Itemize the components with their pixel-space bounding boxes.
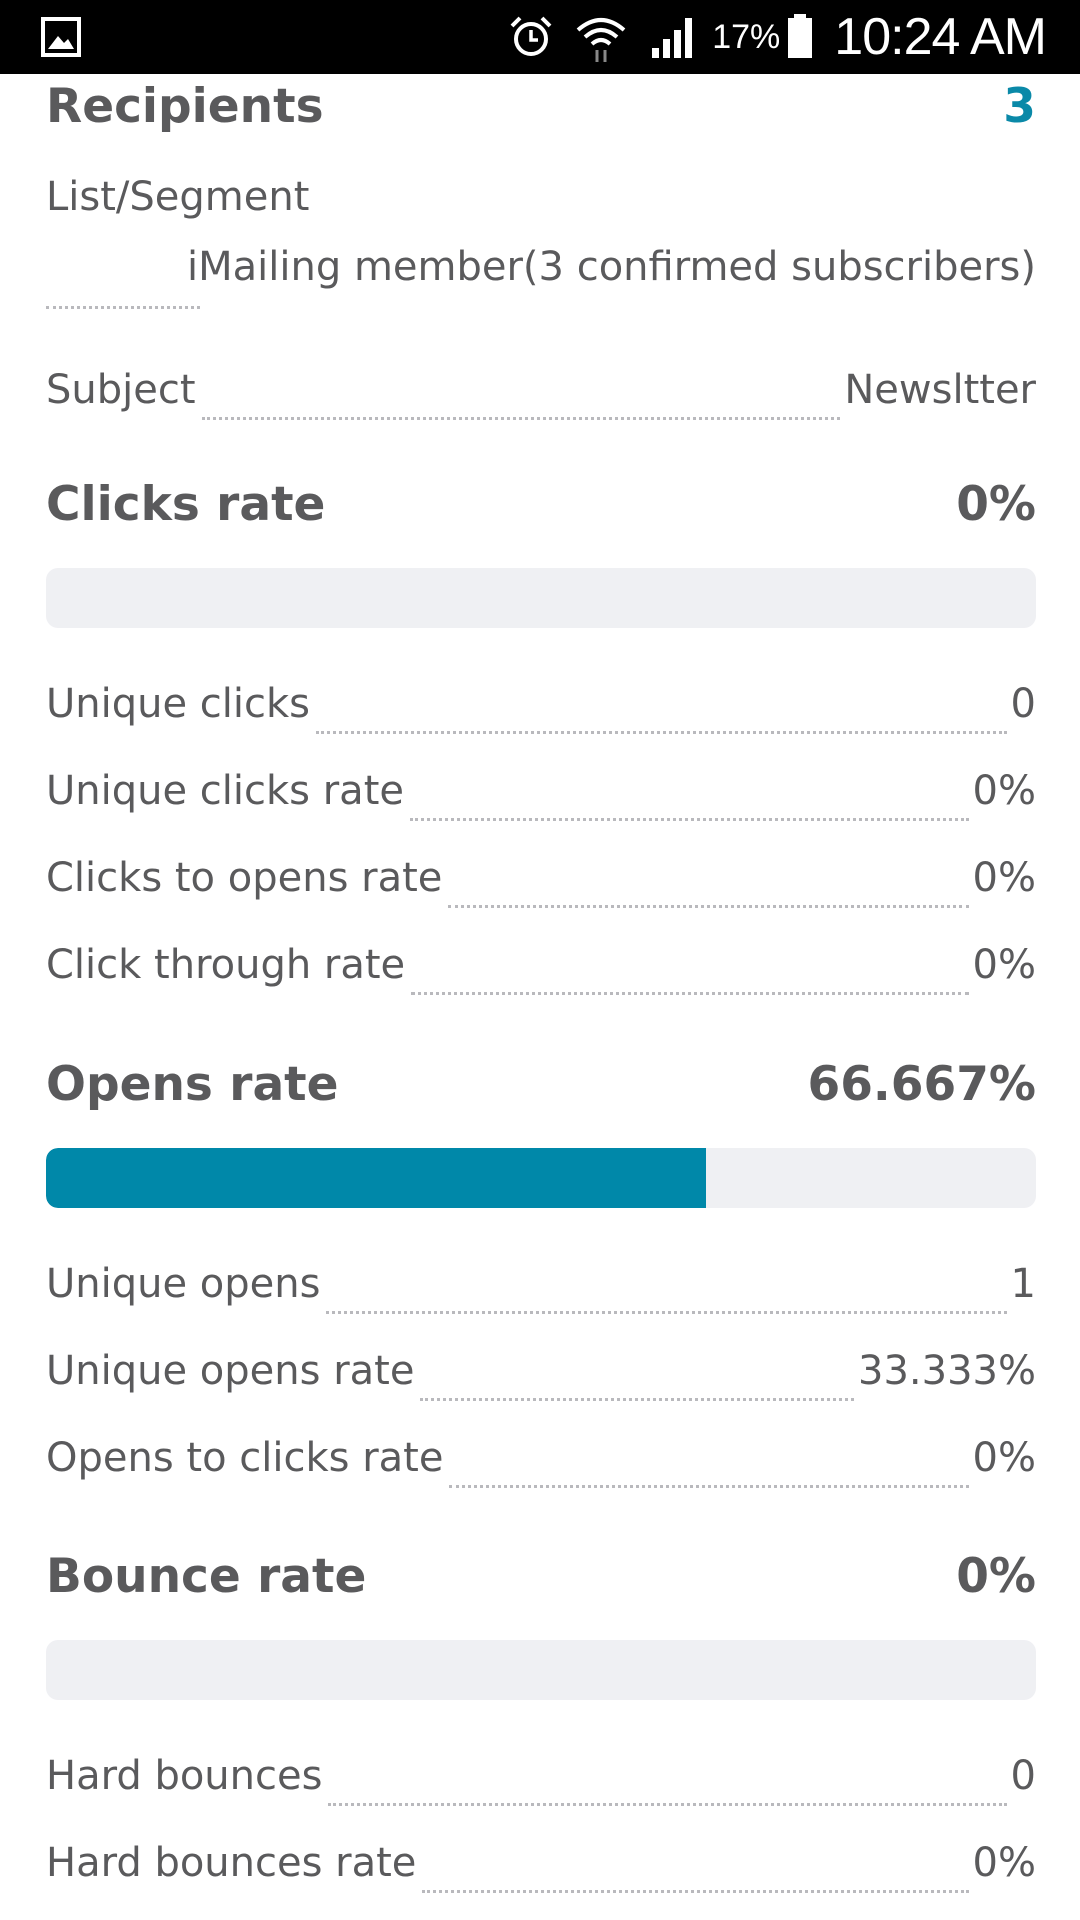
clicks-to-opens-rate-label: Clicks to opens rate — [46, 855, 443, 901]
click-through-rate-row: Click through rate 0% — [46, 935, 1036, 995]
subject-leader — [201, 417, 841, 420]
unique-clicks-rate-value: 0% — [972, 768, 1036, 814]
click-through-rate-value: 0% — [972, 942, 1036, 988]
opens-rate-progress-bar — [46, 1148, 1036, 1208]
subject-label: Subject — [46, 367, 196, 413]
battery-percent: 17% — [712, 17, 781, 56]
bounce-rate-value: 0% — [956, 1548, 1036, 1604]
opens-rate-title: Opens rate — [46, 1056, 339, 1112]
clicks-rate-progress-bar — [46, 568, 1036, 628]
unique-opens-rate-value: 33.333% — [858, 1348, 1036, 1394]
leader-dots — [410, 818, 969, 821]
leader-dots — [326, 1311, 1007, 1314]
hard-bounces-row: Hard bounces 0 — [46, 1746, 1036, 1806]
hard-bounces-rate-row: Hard bounces rate 0% — [46, 1833, 1036, 1893]
leader-dots — [420, 1398, 855, 1401]
hard-bounces-label: Hard bounces — [46, 1753, 323, 1799]
bounce-rate-title: Bounce rate — [46, 1548, 367, 1604]
leader-dots — [448, 905, 969, 908]
list-segment-label-row: List/Segment — [46, 172, 1036, 222]
subject-value: Newsltter — [844, 367, 1036, 413]
bounce-rate-progress-bar — [46, 1640, 1036, 1700]
hard-bounces-rate-label: Hard bounces rate — [46, 1840, 417, 1886]
clicks-to-opens-rate-row: Clicks to opens rate 0% — [46, 848, 1036, 908]
hard-bounces-value: 0 — [1010, 1753, 1036, 1799]
hard-bounces-rate-value: 0% — [972, 1840, 1036, 1886]
list-segment-value: iMailing member(3 confirmed subscribers) — [187, 244, 1036, 290]
wifi-icon — [574, 0, 628, 74]
clicks-rate-value: 0% — [956, 476, 1036, 532]
unique-opens-row: Unique opens 1 — [46, 1254, 1036, 1314]
leader-dots — [328, 1803, 1007, 1806]
clicks-to-opens-rate-value: 0% — [972, 855, 1036, 901]
opens-rate-progress-fill — [46, 1148, 706, 1208]
bounce-rate-header: Bounce rate 0% — [46, 1546, 1036, 1606]
unique-clicks-rate-row: Unique clicks rate 0% — [46, 761, 1036, 821]
unique-opens-label: Unique opens — [46, 1261, 321, 1307]
unique-opens-rate-row: Unique opens rate 33.333% — [46, 1341, 1036, 1401]
opens-rate-header: Opens rate 66.667% — [46, 1054, 1036, 1114]
opens-to-clicks-rate-row: Opens to clicks rate 0% — [46, 1428, 1036, 1488]
recipients-count[interactable]: 3 — [1003, 79, 1036, 134]
recipients-label: Recipients — [46, 78, 324, 134]
leader-dots — [422, 1890, 969, 1893]
opens-to-clicks-rate-value: 0% — [972, 1435, 1036, 1481]
unique-clicks-row: Unique clicks 0 — [46, 674, 1036, 734]
click-through-rate-label: Click through rate — [46, 942, 406, 988]
leader-dots — [316, 731, 1007, 734]
clicks-rate-header: Clicks rate 0% — [46, 474, 1036, 534]
unique-clicks-label: Unique clicks — [46, 681, 311, 727]
alarm-icon — [506, 0, 556, 74]
list-segment-leader — [46, 306, 200, 309]
list-segment-label: List/Segment — [46, 174, 310, 220]
unique-opens-rate-label: Unique opens rate — [46, 1348, 415, 1394]
battery-icon — [786, 0, 814, 74]
leader-dots — [411, 992, 969, 995]
opens-rate-value: 66.667% — [807, 1056, 1036, 1112]
subject-row: Subject Newsltter — [46, 360, 1036, 420]
list-segment-value-row: iMailing member(3 confirmed subscribers) — [46, 242, 1036, 292]
unique-opens-value: 1 — [1010, 1261, 1036, 1307]
recipients-row: Recipients 3 — [46, 76, 1036, 136]
opens-to-clicks-rate-label: Opens to clicks rate — [46, 1435, 444, 1481]
unique-clicks-rate-label: Unique clicks rate — [46, 768, 404, 814]
status-bar: 17% 10:24 AM — [0, 0, 1080, 74]
image-icon — [41, 17, 81, 57]
leader-dots — [449, 1485, 969, 1488]
unique-clicks-value: 0 — [1010, 681, 1036, 727]
clock: 10:24 AM — [834, 8, 1047, 66]
clicks-rate-title: Clicks rate — [46, 476, 326, 532]
signal-icon — [648, 0, 698, 74]
